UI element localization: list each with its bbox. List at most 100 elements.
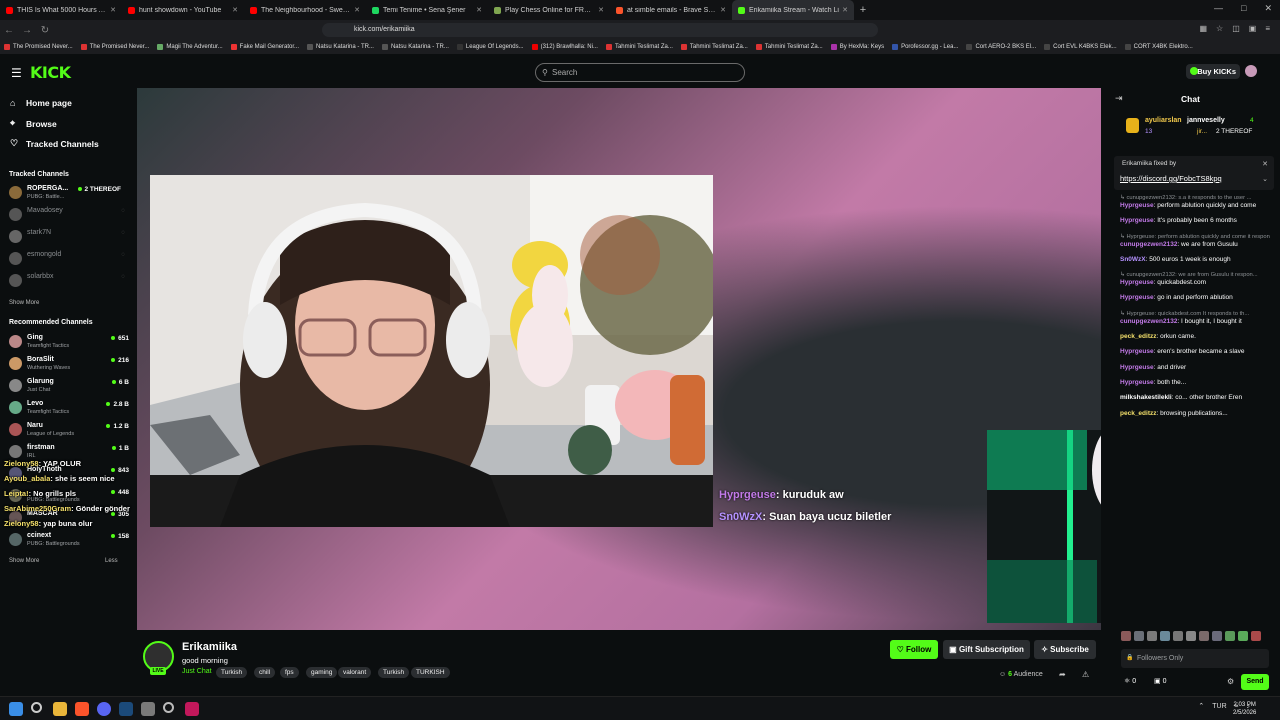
recommended-channel-item[interactable]: Ging Teamfight Tactics 651 xyxy=(9,333,129,353)
browser-tab[interactable]: Play Chess Online for FREE - 2 Player✕ xyxy=(488,0,610,20)
extension-icon[interactable]: ▦ xyxy=(1199,24,1207,33)
app-icon[interactable] xyxy=(185,702,199,716)
bookmark-item[interactable]: CORT X4BK Elektro... xyxy=(1124,44,1193,50)
bookmark-item[interactable]: Tahmini Teslimat Za... xyxy=(680,44,748,50)
tab-close-icon[interactable]: ✕ xyxy=(354,6,360,14)
bookmark-item[interactable]: Natsu Katarina - TR... xyxy=(381,44,449,50)
new-tab-icon[interactable]: + xyxy=(854,4,872,16)
sidebar-nav-home-page[interactable]: ⌂ Home page xyxy=(10,98,72,108)
chat-username[interactable]: peck_editzz xyxy=(1120,333,1157,340)
gift-subscription-button[interactable]: ▣ Gift Subscription xyxy=(943,640,1030,659)
report-icon[interactable]: ⚠ xyxy=(1082,670,1089,679)
recommended-channel-item[interactable]: Naru League of Legends 1.2 B xyxy=(9,421,129,441)
tab-close-icon[interactable]: ✕ xyxy=(720,6,726,14)
bookmark-star-icon[interactable]: ☆ xyxy=(1216,24,1223,33)
tracked-channel-item[interactable]: ROPERGA... PUBG: Battle... 2 THEREOF xyxy=(9,184,129,204)
chevron-down-icon[interactable]: ⌄ xyxy=(1262,175,1268,183)
buy-kicks-button[interactable]: Buy KICKs xyxy=(1186,64,1240,79)
search-icon[interactable] xyxy=(31,702,42,713)
chat-username[interactable]: milkshakestilekli xyxy=(1120,394,1172,401)
follow-button[interactable]: ♡ Follow xyxy=(890,640,938,659)
gifter-name[interactable]: jannveselly xyxy=(1187,117,1225,124)
tracked-channel-item[interactable]: Mavadosey ◌ xyxy=(9,206,129,226)
chat-username[interactable]: Hyprgeuse xyxy=(1120,364,1154,371)
minimize-icon[interactable]: — xyxy=(1214,3,1223,14)
channel-name[interactable]: Erikamiika xyxy=(182,641,237,653)
emote-row[interactable] xyxy=(1121,631,1271,643)
app-icon[interactable] xyxy=(141,702,155,716)
recommended-channel-item[interactable]: Levo Teamfight Tactics 2.8 B xyxy=(9,399,129,419)
chat-username[interactable]: Hyprgeuse xyxy=(1120,279,1154,286)
steam-icon[interactable] xyxy=(119,702,133,716)
maximize-icon[interactable]: □ xyxy=(1241,3,1246,14)
discord-icon[interactable] xyxy=(97,702,111,716)
chat-username[interactable]: Hyprgeuse xyxy=(1120,217,1154,224)
chat-input[interactable]: Followers Only xyxy=(1121,649,1269,668)
tab-close-icon[interactable]: ✕ xyxy=(598,6,604,14)
tracked-channel-item[interactable]: esmongold ◌ xyxy=(9,250,129,270)
show-more-button[interactable]: Show More xyxy=(9,300,39,306)
browser-tab[interactable]: at simble emails - Brave Search ✕ xyxy=(610,0,732,20)
close-window-icon[interactable]: ✕ xyxy=(1264,3,1272,14)
emote-icon[interactable] xyxy=(1251,631,1261,641)
chat-settings-icon[interactable]: ⚙ xyxy=(1227,677,1234,686)
chat-username[interactable]: cunupgezwen2132 xyxy=(1120,241,1177,248)
emote-icon[interactable] xyxy=(1173,631,1183,641)
chat-username[interactable]: cunupgezwen2132 xyxy=(1120,318,1177,325)
chevron-up-icon[interactable]: ⌃ xyxy=(1198,702,1204,710)
pinned-message[interactable]: Erikamiika fixed by https://discord.gg/F… xyxy=(1114,156,1274,190)
tab-close-icon[interactable]: ✕ xyxy=(842,6,848,14)
recommended-channel-item[interactable]: ccinext PUBG: Battlegrounds 158 xyxy=(9,531,129,551)
tag-chip[interactable]: Turkish xyxy=(378,667,410,678)
search-input[interactable]: ⚲ Search xyxy=(535,63,745,82)
tag-chip[interactable]: valorant xyxy=(338,667,372,678)
sidebar-nav-browse[interactable]: ⌖ Browse xyxy=(10,118,57,129)
chat-username[interactable]: Hyprgeuse xyxy=(1120,379,1154,386)
emote-icon[interactable] xyxy=(1147,631,1157,641)
gift-balance[interactable]: ▣ 0 xyxy=(1154,677,1166,685)
chat-username[interactable]: Sn0WzX xyxy=(1120,256,1146,263)
tag-chip[interactable]: TURKISH xyxy=(411,667,450,678)
bookmark-item[interactable]: Tahmini Teslimat Za... xyxy=(605,44,673,50)
collapse-chat-icon[interactable]: ⇥ xyxy=(1115,93,1123,104)
bookmark-item[interactable]: Natsu Katarina - TR... xyxy=(307,44,374,50)
bookmark-item[interactable]: League Of Legends... xyxy=(456,44,524,50)
bookmark-item[interactable]: Fake Mail Generator... xyxy=(230,44,299,50)
browser-tab[interactable]: THIS Is What 5000 Hours As A Bow M✕ xyxy=(0,0,122,20)
show-more-button[interactable]: Show More xyxy=(9,558,39,564)
chat-username[interactable]: Hyprgeuse xyxy=(1120,348,1154,355)
menu-icon[interactable]: ≡ xyxy=(1265,24,1270,33)
brave-browser-icon[interactable] xyxy=(75,702,89,716)
user-avatar[interactable] xyxy=(1245,65,1257,77)
chat-username[interactable]: Hyprgeuse xyxy=(1120,294,1154,301)
send-button[interactable]: Send xyxy=(1241,674,1269,690)
tracked-channel-item[interactable]: stark7N ◌ xyxy=(9,228,129,248)
tab-close-icon[interactable]: ✕ xyxy=(232,6,238,14)
emote-icon[interactable] xyxy=(1160,631,1170,641)
bookmark-item[interactable]: Porofessor.gg - Lea... xyxy=(892,44,958,50)
browser-tab[interactable]: The Neighbourhood - Sweater Weath✕ xyxy=(244,0,366,20)
bookmark-item[interactable]: Tahmini Teslimat Za... xyxy=(755,44,823,50)
sidebar-nav-tracked-channels[interactable]: ♡ Tracked Channels xyxy=(10,138,99,149)
recommended-channel-item[interactable]: Glarung Just Chat 6 B xyxy=(9,377,129,397)
language-indicator[interactable]: TUR xyxy=(1212,703,1226,710)
gifter-name[interactable]: ayuliarslan xyxy=(1145,117,1182,124)
kick-logo[interactable]: KICK xyxy=(30,63,71,82)
hamburger-menu-icon[interactable]: ☰ xyxy=(11,66,22,80)
file-explorer-icon[interactable] xyxy=(53,702,67,716)
bookmark-item[interactable]: The Promised Never... xyxy=(4,44,73,50)
bookmark-item[interactable]: Cort EVL K4BKS Elek... xyxy=(1044,44,1117,50)
tag-chip[interactable]: chill xyxy=(254,667,276,678)
app-icon[interactable] xyxy=(163,702,174,713)
recommended-channel-item[interactable]: BoraSlit Wuthering Waves 216 xyxy=(9,355,129,375)
bookmark-item[interactable]: (312) Brawlhalla: Ni... xyxy=(531,44,598,50)
show-less-button[interactable]: Less xyxy=(105,558,118,564)
kicks-balance[interactable]: ⚛ 0 xyxy=(1124,677,1136,685)
chat-username[interactable]: peck_editzz xyxy=(1120,410,1157,417)
forward-icon[interactable]: → xyxy=(18,25,36,36)
bookmark-item[interactable]: By HexMa: Keys xyxy=(830,44,884,50)
emote-icon[interactable] xyxy=(1225,631,1235,641)
tracked-channel-item[interactable]: solarbbx ◌ xyxy=(9,272,129,292)
browser-tab[interactable]: hunt showdown - YouTube ✕ xyxy=(122,0,244,20)
share-icon[interactable]: ➦ xyxy=(1059,670,1066,679)
